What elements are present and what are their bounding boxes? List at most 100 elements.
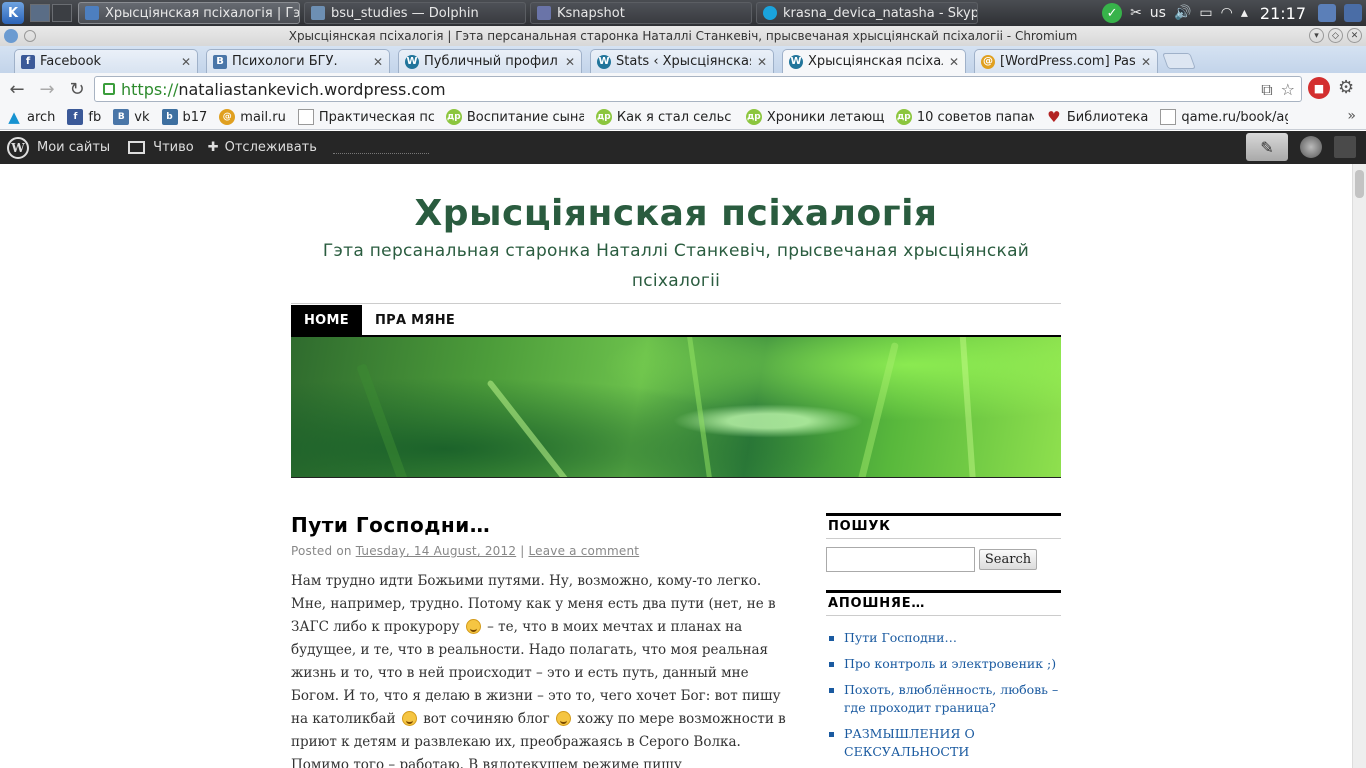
bookmark-mailru[interactable]: @ mail.ru <box>219 109 286 125</box>
wordpress-logo-icon[interactable]: W <box>7 136 29 159</box>
tab-label: [WordPress.com] Pas <box>1000 54 1135 69</box>
dr-icon: др <box>595 109 612 125</box>
bookmark-library[interactable]: ♥ Библиотека <box>1046 109 1148 125</box>
bookmark-star-icon[interactable]: ☆ <box>1281 80 1295 100</box>
bookmark-arch[interactable]: ▲ arch <box>6 109 55 125</box>
recent-post-link[interactable]: Про контроль и электровеник ;) <box>828 655 1060 673</box>
menu-item-about[interactable]: ПРА МЯНЕ <box>362 305 468 335</box>
task-skype[interactable]: krasna_devica_natasha - Skype <box>756 2 978 24</box>
search-input[interactable] <box>826 547 975 572</box>
site-title[interactable]: Хрысціянская псіхалогія <box>0 193 1352 234</box>
scrollbar-thumb[interactable] <box>1355 170 1364 198</box>
tab-close-icon[interactable]: ✕ <box>373 55 383 69</box>
search-widget-heading: ПОШУК <box>826 513 1061 539</box>
bookmarks-bar: ▲ arch f fb B vk b b17 @ mail.ru Практич… <box>0 105 1366 130</box>
reload-icon[interactable]: ↻ <box>64 76 90 102</box>
desktop-1[interactable] <box>30 4 50 22</box>
lock-screen-icon[interactable] <box>1318 4 1336 22</box>
wordpress-icon: W <box>789 54 803 69</box>
window-menu-icon[interactable] <box>24 30 36 42</box>
new-post-icon[interactable]: ✎ <box>1246 133 1288 161</box>
post-date-link[interactable]: Tuesday, 14 August, 2012 <box>356 544 517 558</box>
bookmark-label: b17 <box>182 109 208 125</box>
leave-comment-link[interactable]: Leave a comment <box>528 544 639 558</box>
adblock-stop-icon[interactable]: ■ <box>1308 77 1330 99</box>
ssl-lock-icon[interactable] <box>103 83 115 95</box>
tray-arrow-icon[interactable]: ▴ <box>1241 5 1248 21</box>
window-title: Хрысціянская псіхалогія | Гэта персаналь… <box>288 29 1078 43</box>
bookmark-qame[interactable]: qame.ru/book/age <box>1160 109 1288 125</box>
page-scrollbar[interactable] <box>1352 164 1366 768</box>
minimize-icon[interactable]: ▾ <box>1309 28 1324 43</box>
bookmark-fb[interactable]: f fb <box>67 109 101 125</box>
tab-close-icon[interactable]: ✕ <box>757 55 767 69</box>
forward-icon[interactable]: → <box>34 76 60 102</box>
tab-stats[interactable]: W Stats ‹ Хрысціянская ✕ <box>590 49 774 73</box>
my-sites-link[interactable]: Мои сайты <box>37 140 110 155</box>
desktop-pager[interactable] <box>30 4 72 22</box>
bookmark-vk[interactable]: B vk <box>113 109 150 125</box>
tab-psychologists[interactable]: B Психологи БГУ. ✕ <box>206 49 390 73</box>
tab-wordpress-password[interactable]: @ [WordPress.com] Pas ✕ <box>974 49 1158 73</box>
bookmarks-overflow-icon[interactable]: » <box>1347 108 1356 124</box>
bookmark-raising-son[interactable]: др Воспитание сына <box>445 109 584 125</box>
close-icon[interactable]: ✕ <box>1347 28 1362 43</box>
page-content: Хрысціянская псіхалогія Гэта персанальна… <box>0 164 1352 768</box>
display-icon[interactable]: ▭ <box>1199 5 1212 21</box>
follow-plus-icon[interactable]: ✚ <box>208 140 219 155</box>
wrench-menu-icon[interactable]: ⚙ <box>1338 77 1354 98</box>
arch-icon: ▲ <box>8 109 20 125</box>
reader-link[interactable]: Чтиво <box>153 140 194 155</box>
update-ok-icon[interactable]: ✓ <box>1102 3 1123 23</box>
tab-close-icon[interactable]: ✕ <box>181 55 191 69</box>
bookmark-label: qame.ru/book/age <box>1181 109 1288 125</box>
bookmark-farmer[interactable]: др Как я стал сельс <box>595 109 734 125</box>
post-title[interactable]: Пути Господни… <box>291 513 490 537</box>
volume-icon[interactable]: 🔊 <box>1174 5 1191 21</box>
bookmark-b17[interactable]: b b17 <box>161 109 208 125</box>
tab-label: Facebook <box>40 54 102 69</box>
follow-link[interactable]: Отслеживать <box>225 140 317 155</box>
user-avatar[interactable] <box>1300 136 1322 158</box>
back-icon[interactable]: ← <box>4 76 30 102</box>
tab-facebook[interactable]: f Facebook ✕ <box>14 49 198 73</box>
page-action-icon[interactable]: ⧉ <box>1261 80 1272 100</box>
tab-public-profile[interactable]: W Публичный профиль ✕ <box>398 49 582 73</box>
facebook-icon: f <box>67 109 84 125</box>
kde-menu-icon[interactable]: K <box>2 2 24 24</box>
tab-strip: f Facebook ✕ B Психологи БГУ. ✕ W Публич… <box>0 46 1366 73</box>
bookmark-chronicles[interactable]: др Хроники летающ <box>745 109 884 125</box>
recent-posts-list: Пути Господни… Про контроль и электровен… <box>828 629 1060 768</box>
tab-current-site[interactable]: W Хрысціянская псіхал ✕ <box>782 49 966 73</box>
recent-post-link[interactable]: Пути Господни… <box>828 629 1060 647</box>
tab-close-icon[interactable]: ✕ <box>949 55 959 69</box>
task-dolphin[interactable]: bsu_studies — Dolphin <box>304 2 526 24</box>
recent-post-link[interactable]: Похоть, влюблённость, любовь – где прохо… <box>828 681 1060 717</box>
scissors-icon[interactable]: ✂ <box>1130 5 1142 21</box>
tab-close-icon[interactable]: ✕ <box>565 55 575 69</box>
task-ksnapshot[interactable]: Ksnapshot <box>530 2 752 24</box>
power-icon[interactable] <box>1344 4 1362 22</box>
reader-icon[interactable] <box>128 141 146 154</box>
wifi-icon[interactable]: ◠ <box>1221 5 1233 21</box>
menu-item-home[interactable]: HOME <box>291 305 362 335</box>
desktop-2[interactable] <box>52 4 72 22</box>
notifications-icon[interactable] <box>1334 136 1356 158</box>
bookmark-label: vk <box>134 109 150 125</box>
wordpress-admin-bar: W Мои сайты Чтиво ✚ Отслеживать ✎ <box>0 131 1366 164</box>
post-meta-prefix: Posted on <box>291 544 352 558</box>
bookmark-dad-tips[interactable]: др 10 советов папам <box>895 109 1034 125</box>
tab-close-icon[interactable]: ✕ <box>1141 55 1151 69</box>
bookmark-practical-psychology[interactable]: Практическая пс <box>297 109 434 125</box>
clock[interactable]: 21:17 <box>1260 4 1306 23</box>
task-chromium[interactable]: Хрысціянская псіхалогія | Гэта <box>78 2 300 24</box>
keyboard-layout[interactable]: us <box>1150 5 1166 21</box>
new-tab-button[interactable] <box>1162 53 1196 69</box>
address-bar[interactable]: https:// nataliastankevich.wordpress.com… <box>94 76 1302 102</box>
search-button[interactable]: Search <box>979 549 1037 570</box>
recent-post-link[interactable]: РАЗМЫШЛЕНИЯ О СЕКСУАЛЬНОСТИ <box>828 725 1060 761</box>
url-host: nataliastankevich.wordpress.com <box>178 79 446 99</box>
wordpress-icon: W <box>405 54 419 69</box>
maximize-icon[interactable]: ◇ <box>1328 28 1343 43</box>
header-divider <box>291 303 1061 304</box>
